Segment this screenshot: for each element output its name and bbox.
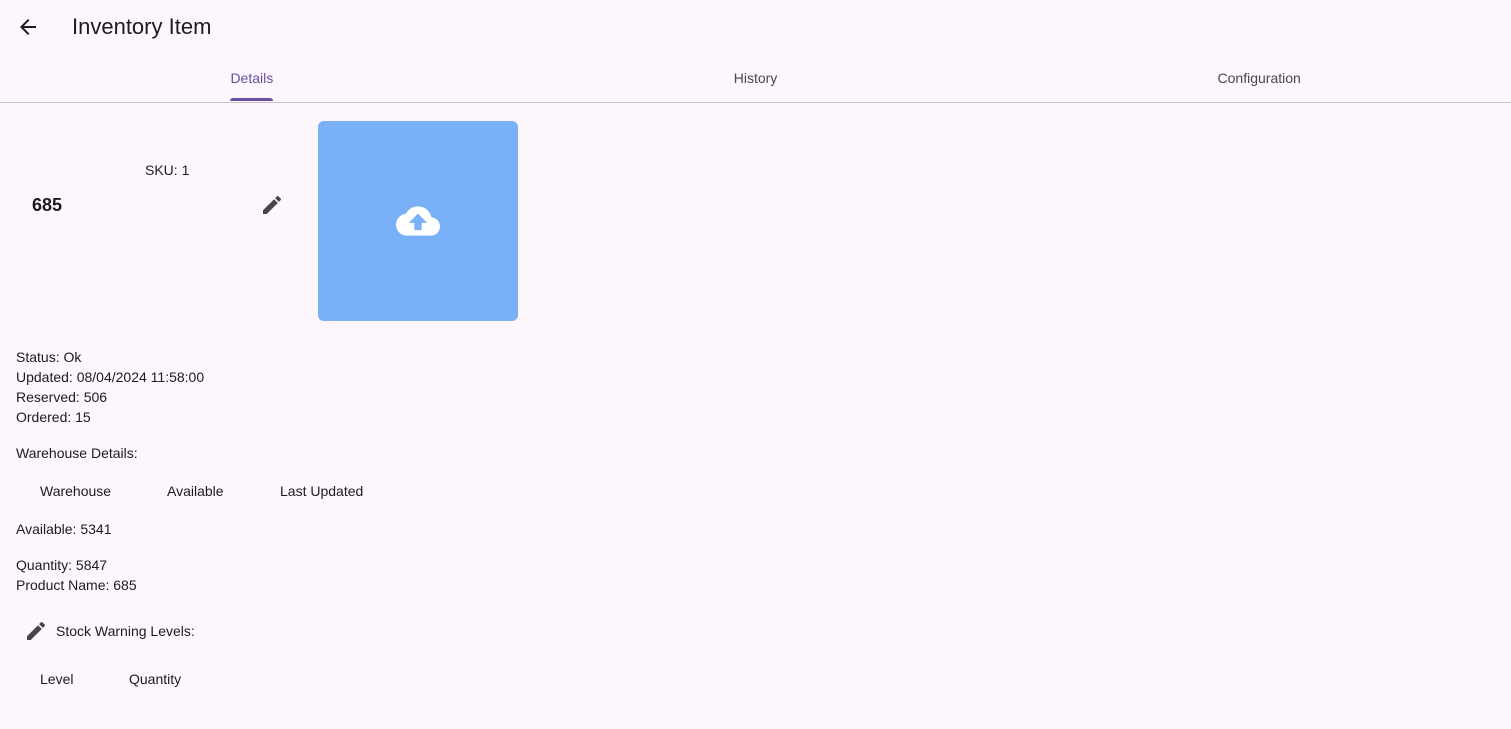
available-text: Available: 5341 <box>16 521 112 537</box>
status-info: Status: Ok Updated: 08/04/2024 11:58:00 … <box>16 347 204 427</box>
image-upload-button[interactable] <box>318 121 518 321</box>
warehouse-details-title: Warehouse Details: <box>16 445 138 461</box>
column-header-level: Level <box>40 671 74 687</box>
pencil-icon <box>263 195 282 214</box>
reserved-text: Reserved: 506 <box>16 389 108 405</box>
arrow-back-icon <box>20 19 36 35</box>
sku-label: SKU: 1 <box>145 162 190 178</box>
updated-text: Updated: 08/04/2024 11:58:00 <box>16 369 205 385</box>
quantity-info: Quantity: 5847 Product Name: 685 <box>16 555 137 595</box>
tab-configuration[interactable]: Configuration <box>1007 54 1511 102</box>
tab-bar: Details History Configuration <box>0 54 1511 103</box>
tab-configuration-label: Configuration <box>1217 70 1301 86</box>
product-name-text: Product Name: 685 <box>16 577 137 593</box>
tab-details-label: Details <box>230 70 274 86</box>
app-bar: Inventory Item <box>0 0 1511 54</box>
pencil-icon <box>27 621 46 640</box>
cloud-upload-icon <box>396 206 440 236</box>
tab-active-indicator <box>230 98 274 101</box>
edit-item-button[interactable] <box>252 185 292 225</box>
item-name: 685 <box>32 195 63 215</box>
tab-details[interactable]: Details <box>0 54 504 102</box>
quantity-text: Quantity: 5847 <box>16 557 108 573</box>
status-text: Status: Ok <box>16 349 82 365</box>
stock-warning-levels-title: Stock Warning Levels: <box>56 623 195 639</box>
page-title: Inventory Item <box>72 14 212 39</box>
column-header-warehouse: Warehouse <box>40 483 112 499</box>
tab-history[interactable]: History <box>504 54 1008 102</box>
edit-stock-levels-button[interactable] <box>16 611 56 651</box>
ordered-text: Ordered: 15 <box>16 409 91 425</box>
column-header-available: Available <box>167 483 224 499</box>
stock-levels-table-header: Level Quantity <box>16 669 316 689</box>
column-header-last-updated: Last Updated <box>280 483 364 499</box>
warehouse-table-header: Warehouse Available Last Updated <box>16 481 416 501</box>
column-header-quantity: Quantity <box>129 671 182 687</box>
tab-history-label: History <box>733 70 778 86</box>
back-button[interactable] <box>8 7 48 47</box>
